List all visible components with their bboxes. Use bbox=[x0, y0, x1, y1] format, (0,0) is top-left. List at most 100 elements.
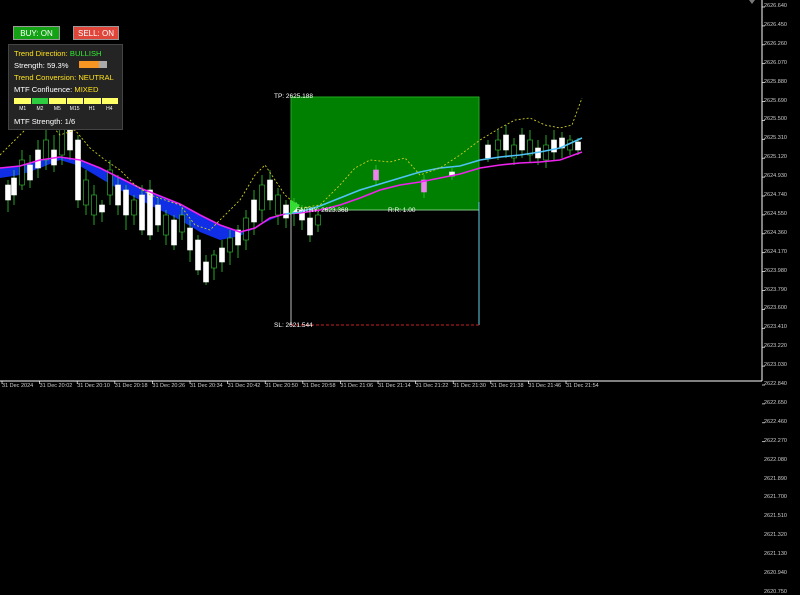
x-tick-label: 31 Dec 21:22 bbox=[415, 383, 449, 389]
trend-conversion-row: Trend Conversion: NEUTRAL bbox=[14, 73, 114, 82]
x-tick-label: 31 Dec 20:18 bbox=[114, 383, 148, 389]
y-tick-label: 2621.130 bbox=[764, 551, 787, 558]
y-tick-label: 2623.220 bbox=[764, 343, 787, 350]
y-tick-label: 2622.840 bbox=[764, 381, 787, 387]
candle-body bbox=[83, 179, 89, 206]
candle-body bbox=[259, 184, 265, 211]
candle-body bbox=[115, 184, 121, 206]
y-tick-label: 2626.260 bbox=[764, 40, 787, 47]
mtf-label: M1 bbox=[19, 106, 27, 112]
candle-body bbox=[227, 237, 233, 253]
trend-conversion-label: Trend Conversion: bbox=[14, 73, 77, 82]
tp-label: TP: 2625.188 bbox=[274, 93, 314, 100]
candle-body bbox=[139, 194, 145, 231]
y-tick-label: 2623.410 bbox=[764, 324, 787, 331]
x-tick-label: 31 Dec 20:42 bbox=[227, 383, 261, 389]
mtf-segment bbox=[101, 98, 118, 104]
strength-label: Strength: bbox=[14, 61, 45, 70]
candle-body bbox=[267, 179, 273, 201]
candle-body bbox=[195, 239, 201, 271]
x-tick-label: 31 Dec 20:50 bbox=[265, 383, 298, 389]
y-tick-label: 2621.320 bbox=[764, 532, 787, 539]
candle-body bbox=[187, 227, 193, 251]
y-tick-label: 2624.360 bbox=[764, 229, 787, 236]
y-tick-label: 2621.510 bbox=[764, 513, 787, 520]
candle-body bbox=[211, 254, 217, 269]
entry-label: ENTRY: 2623.368 bbox=[296, 207, 349, 214]
candle-body bbox=[543, 144, 549, 161]
mtf-segment bbox=[66, 98, 83, 104]
mtf-label: M15 bbox=[69, 106, 80, 112]
candle-body bbox=[519, 134, 525, 151]
mtf-label: M5 bbox=[53, 106, 61, 112]
candle-body bbox=[203, 261, 209, 283]
y-tick-label: 2623.030 bbox=[764, 362, 787, 369]
candle-body bbox=[575, 141, 581, 151]
x-tick-label: 31 Dec 21:54 bbox=[566, 383, 599, 389]
x-tick-label: 31 Dec 21:38 bbox=[490, 383, 524, 389]
y-tick-label: 2625.120 bbox=[764, 154, 787, 161]
y-tick-label: 2622.080 bbox=[764, 456, 787, 463]
y-tick-label: 2620.750 bbox=[764, 588, 787, 595]
candle-body bbox=[75, 139, 81, 201]
x-tick-label: 31 Dec 20:26 bbox=[152, 383, 186, 389]
trend-direction-value: BULLISH bbox=[69, 49, 102, 58]
y-tick-label: 2623.790 bbox=[764, 286, 787, 293]
mtf-label: H1 bbox=[88, 106, 96, 112]
mtf-segment bbox=[31, 98, 48, 104]
candle-body bbox=[243, 217, 249, 241]
candle-body bbox=[275, 194, 281, 216]
y-tick-label: 2622.460 bbox=[764, 418, 787, 425]
y-tick-label: 2622.650 bbox=[764, 399, 787, 406]
y-tick-label: 2621.890 bbox=[764, 475, 787, 482]
rr-label: R:R: 1.00 bbox=[388, 207, 416, 214]
trend-direction-row: Trend Direction: BULLISH bbox=[14, 49, 102, 58]
y-tick-label: 2626.640 bbox=[764, 3, 787, 9]
x-tick-label: 31 Dec 21:46 bbox=[528, 383, 562, 389]
strength-row: Strength: 59.3% bbox=[14, 61, 69, 70]
y-tick-label: 2624.930 bbox=[764, 173, 787, 180]
candle-body bbox=[91, 194, 97, 216]
mtf-confluence-value: MIXED bbox=[74, 85, 99, 94]
candle-body bbox=[219, 247, 225, 263]
y-tick-label: 2623.980 bbox=[764, 267, 787, 274]
x-tick-label: 31 Dec 20:10 bbox=[77, 383, 110, 389]
y-tick-label: 2620.940 bbox=[764, 570, 787, 576]
y-tick-label: 2624.170 bbox=[764, 248, 787, 255]
mtf-confluence-label: MTF Confluence: bbox=[14, 85, 73, 94]
mtf-segment bbox=[84, 98, 101, 104]
y-tick-label: 2626.070 bbox=[764, 59, 787, 66]
x-tick-label: 31 Dec 21:30 bbox=[453, 383, 486, 389]
strength-bar bbox=[79, 61, 107, 68]
x-tick-label: 31 Dec 21:14 bbox=[378, 383, 411, 389]
candle-body bbox=[373, 169, 379, 181]
candle-body bbox=[27, 164, 33, 181]
scroll-marker-icon bbox=[749, 0, 755, 4]
candle-body bbox=[503, 134, 509, 151]
y-tick-label: 2626.450 bbox=[764, 21, 787, 28]
mtf-label: M2 bbox=[36, 106, 44, 112]
y-tick-label: 2622.270 bbox=[764, 437, 787, 444]
mtf-strength-value: 1/6 bbox=[64, 117, 76, 126]
mtf-label: H4 bbox=[106, 106, 113, 112]
candle-body bbox=[43, 139, 49, 161]
mtf-segment bbox=[49, 98, 66, 104]
candle-body bbox=[171, 219, 177, 246]
candle-body bbox=[251, 199, 257, 223]
mtf-strength-label: MTF Strength: bbox=[14, 117, 63, 126]
sl-label: SL: 2621.544 bbox=[274, 322, 313, 329]
sell-toggle-button[interactable]: SELL: ON bbox=[73, 26, 119, 40]
buy-toggle-button[interactable]: BUY: ON bbox=[13, 26, 60, 40]
candle-body bbox=[179, 214, 185, 233]
candle-body bbox=[35, 149, 41, 169]
trend-conversion-value: NEUTRAL bbox=[78, 73, 114, 82]
tp-zone-box bbox=[290, 96, 480, 211]
candle-body bbox=[155, 204, 161, 226]
candle-body bbox=[147, 189, 153, 236]
strength-value: 59.3% bbox=[46, 61, 69, 70]
y-tick-label: 2625.880 bbox=[764, 78, 787, 85]
y-tick-label: 2625.690 bbox=[764, 97, 787, 104]
y-tick-label: 2625.500 bbox=[764, 116, 787, 123]
mtf-confluence-row: MTF Confluence: MIXED bbox=[14, 85, 98, 94]
candle-body bbox=[123, 189, 129, 216]
